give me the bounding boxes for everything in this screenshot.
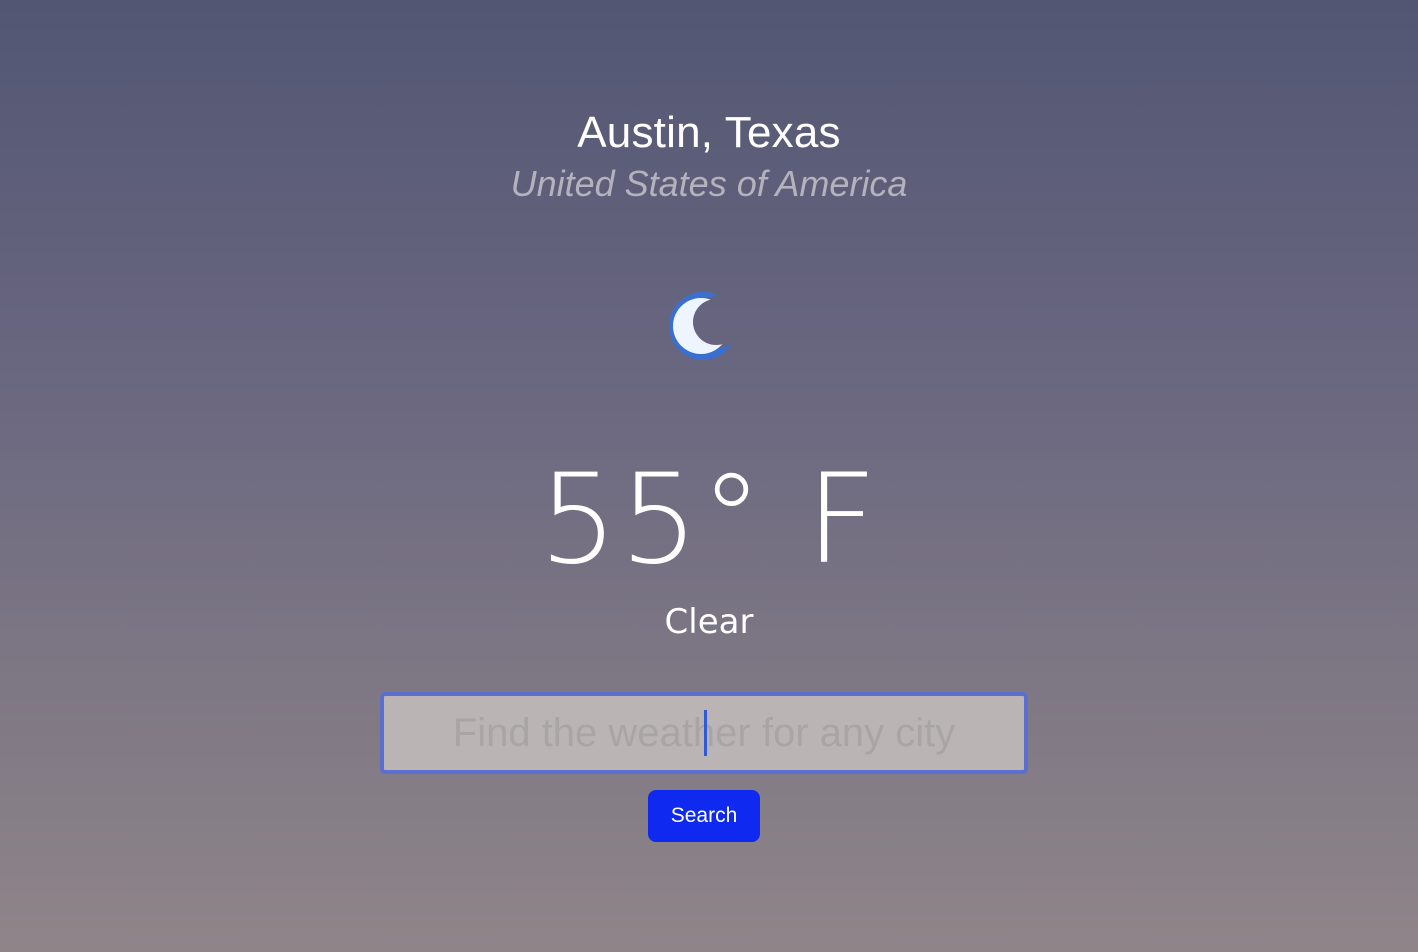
crescent-moon-icon xyxy=(665,288,741,364)
temperature-reading: 55° F xyxy=(538,448,880,592)
country-name: United States of America xyxy=(510,163,908,204)
weather-condition: Clear xyxy=(664,602,754,642)
location-header: Austin, Texas United States of America xyxy=(0,104,1418,206)
text-caret xyxy=(704,710,707,756)
search-button[interactable]: Search xyxy=(648,790,760,842)
city-name: Austin, Texas xyxy=(577,108,841,157)
